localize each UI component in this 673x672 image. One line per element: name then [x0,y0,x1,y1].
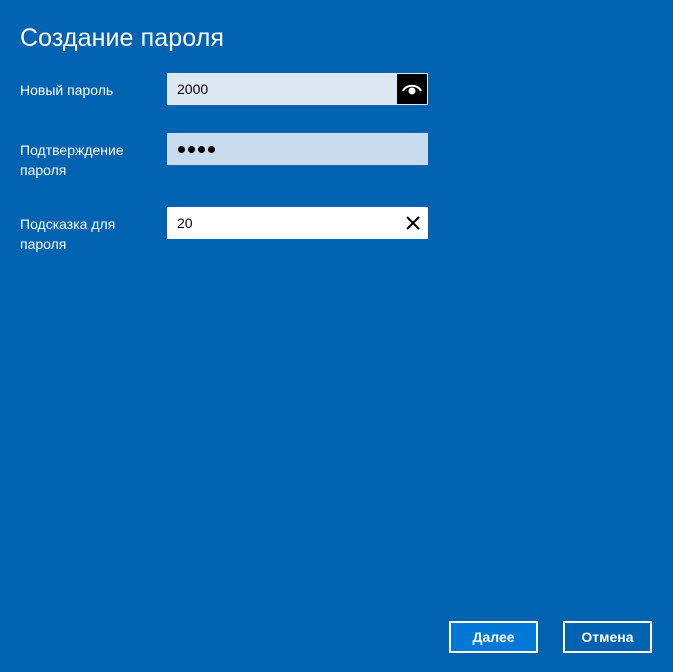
new-password-label: Новый пароль [20,80,160,100]
password-hint-value: 20 [177,215,193,231]
masked-password-dots [167,145,215,153]
password-dot [208,145,215,153]
password-dot [198,145,205,153]
password-hint-input[interactable]: 20 [167,207,428,239]
confirm-password-label: Подтверждение пароля [20,140,160,180]
confirm-password-input[interactable] [167,133,428,165]
new-password-label-text: Новый пароль [20,82,114,98]
cancel-button[interactable]: Отмена [563,621,652,653]
confirm-password-label-line2: пароля [20,162,67,178]
close-icon [406,216,420,230]
new-password-value: 2000 [177,81,209,97]
cancel-button-label: Отмена [581,629,634,645]
eye-icon [402,84,422,95]
page-title: Создание пароля [20,24,225,52]
hint-label-line1: Подсказка для [20,216,116,232]
next-button-label: Далее [472,629,515,645]
hint-label-line2: пароля [20,236,67,252]
next-button[interactable]: Далее [449,621,538,653]
hint-label: Подсказка для пароля [20,214,160,254]
confirm-password-label-line1: Подтверждение [20,142,124,158]
password-dot [178,145,185,153]
reveal-password-button[interactable] [397,74,427,104]
password-dot [188,145,195,153]
clear-hint-button[interactable] [398,208,428,238]
new-password-input[interactable]: 2000 [167,73,428,105]
